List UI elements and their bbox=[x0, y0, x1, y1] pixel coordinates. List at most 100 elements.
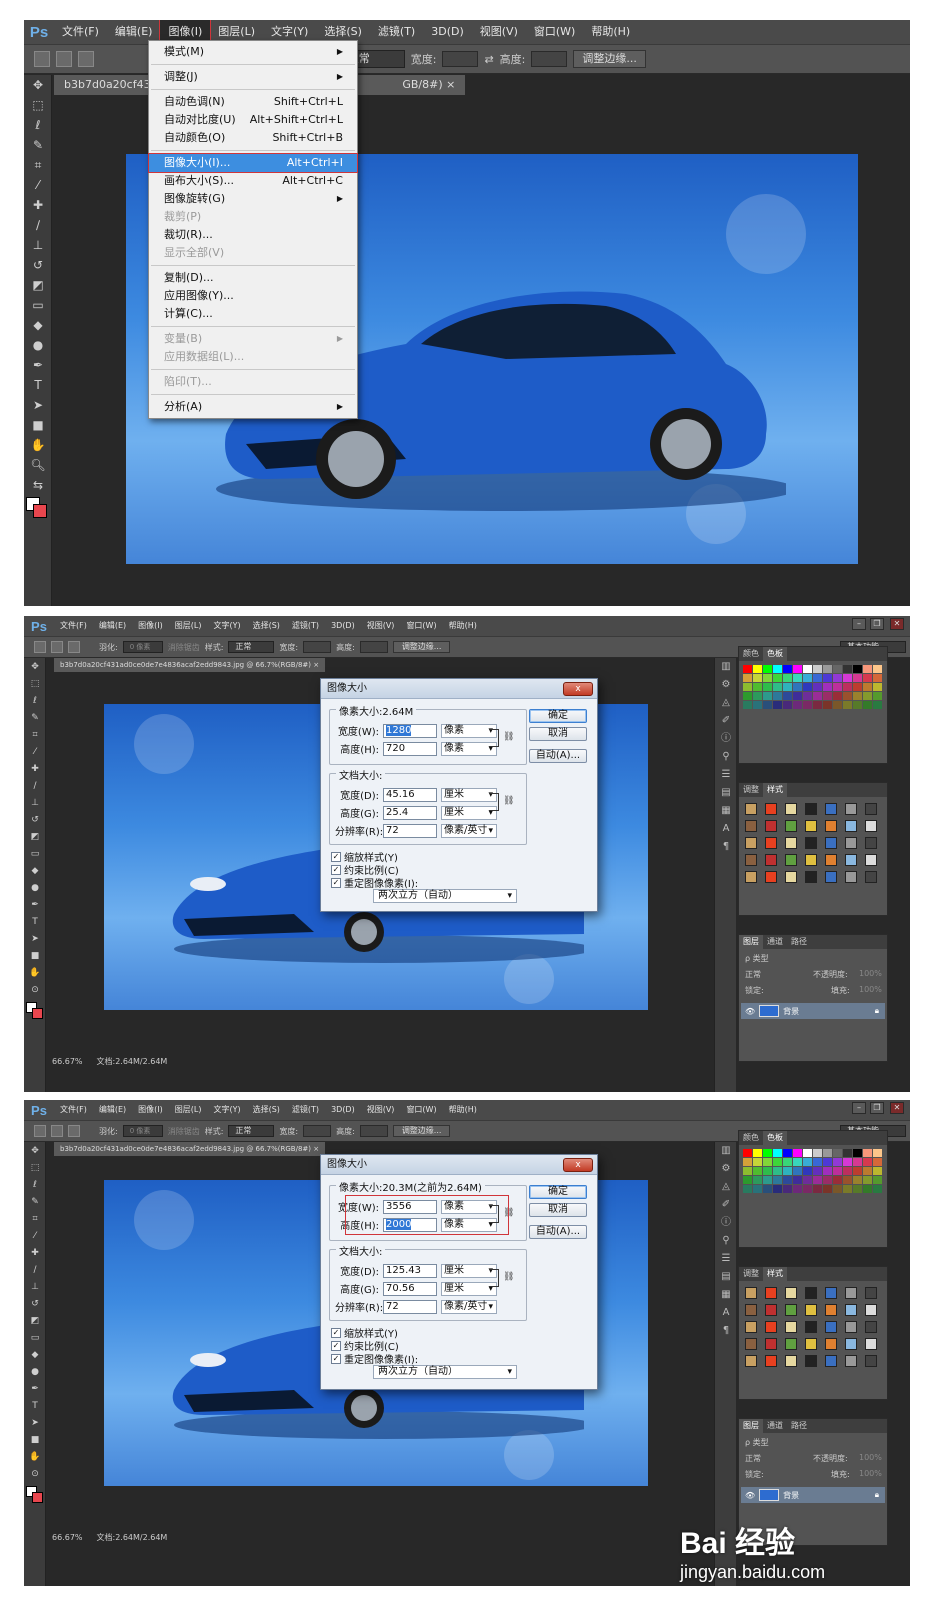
swatch[interactable] bbox=[863, 1149, 872, 1157]
visibility-eye-icon[interactable]: 👁︎ bbox=[745, 1491, 755, 1500]
swatch[interactable] bbox=[743, 692, 752, 700]
doc-width-input[interactable]: 125.43 bbox=[383, 1263, 437, 1278]
swatch[interactable] bbox=[853, 665, 862, 673]
swatch[interactable] bbox=[833, 1185, 842, 1193]
style-swatch[interactable] bbox=[825, 1321, 837, 1333]
swatch[interactable] bbox=[773, 1176, 782, 1184]
swatch[interactable] bbox=[753, 692, 762, 700]
style-swatch[interactable] bbox=[785, 1287, 797, 1299]
swatch[interactable] bbox=[783, 674, 792, 682]
layer-filter-kind[interactable]: ρ 类型 bbox=[745, 953, 769, 964]
crop-tool-icon[interactable]: ⌗ bbox=[24, 1210, 46, 1227]
swatch[interactable] bbox=[863, 701, 872, 709]
marquee-preset-button[interactable] bbox=[34, 641, 46, 653]
layer-comp-icon[interactable]: ▤ bbox=[715, 1268, 737, 1286]
style-swatch[interactable] bbox=[805, 803, 817, 815]
panel-tab[interactable]: 颜色 bbox=[739, 647, 763, 661]
close-tab-icon[interactable]: × bbox=[446, 78, 455, 91]
style-swatch[interactable] bbox=[825, 871, 837, 883]
background-color[interactable] bbox=[32, 1008, 43, 1019]
swatch[interactable] bbox=[743, 674, 752, 682]
healing-tool-icon[interactable]: ✚ bbox=[24, 760, 46, 777]
menu-select[interactable]: 选择(S) bbox=[247, 1100, 286, 1120]
style-swatch[interactable] bbox=[765, 803, 777, 815]
swatch[interactable] bbox=[843, 683, 852, 691]
menu-filter[interactable]: 滤镜(T) bbox=[286, 1100, 325, 1120]
gradient-tool-icon[interactable]: ▭ bbox=[24, 295, 52, 315]
width-input[interactable] bbox=[303, 641, 332, 653]
swatch[interactable] bbox=[873, 683, 882, 691]
swatch[interactable] bbox=[843, 665, 852, 673]
menu-filter[interactable]: 滤镜(T) bbox=[286, 616, 325, 636]
color-swatches[interactable] bbox=[24, 1482, 45, 1508]
swatch[interactable] bbox=[743, 1176, 752, 1184]
glyph-icon[interactable]: ¶ bbox=[715, 1322, 737, 1340]
paragraph-icon[interactable]: ▦ bbox=[715, 1286, 737, 1304]
style-swatch[interactable] bbox=[825, 1287, 837, 1299]
swatch[interactable] bbox=[773, 692, 782, 700]
adjust-icon[interactable]: ◬ bbox=[715, 694, 737, 712]
style-swatch[interactable] bbox=[825, 837, 837, 849]
style-swatch[interactable] bbox=[845, 1338, 857, 1350]
style-swatch[interactable] bbox=[805, 1355, 817, 1367]
shape-tool-icon[interactable]: ■ bbox=[24, 1431, 46, 1448]
hand-tool-icon[interactable]: ✋ bbox=[24, 435, 52, 455]
style-swatch[interactable] bbox=[765, 854, 777, 866]
swatch[interactable] bbox=[783, 1158, 792, 1166]
doc-width-input[interactable]: 45.16 bbox=[383, 787, 437, 802]
marquee-tool-icon[interactable]: ⬚ bbox=[24, 95, 52, 115]
style-swatch[interactable] bbox=[785, 854, 797, 866]
swatch[interactable] bbox=[793, 1149, 802, 1157]
brush-tool-icon[interactable]: ∕ bbox=[24, 215, 52, 235]
healing-tool-icon[interactable]: ✚ bbox=[24, 1244, 46, 1261]
menu-type[interactable]: 文字(Y) bbox=[207, 1100, 246, 1120]
zoom-tool-icon[interactable]: 🔍︎ bbox=[24, 455, 52, 475]
marquee-preset-button[interactable] bbox=[34, 51, 50, 67]
swatch[interactable] bbox=[853, 1185, 862, 1193]
swatch[interactable] bbox=[773, 1149, 782, 1157]
color-swatches[interactable] bbox=[24, 998, 45, 1024]
swatch[interactable] bbox=[873, 1149, 882, 1157]
quick-select-tool-icon[interactable]: ✎ bbox=[24, 709, 46, 726]
brush-preset-icon[interactable]: ✐ bbox=[715, 1196, 737, 1214]
swatch[interactable] bbox=[853, 1149, 862, 1157]
hand-tool-icon[interactable]: ✋ bbox=[24, 1448, 46, 1465]
brush-tool-icon[interactable]: ∕ bbox=[24, 777, 46, 794]
swatch[interactable] bbox=[743, 665, 752, 673]
scale-styles-checkbox-box[interactable]: ✓ bbox=[331, 1327, 341, 1338]
swatch[interactable] bbox=[743, 1185, 752, 1193]
swatch[interactable] bbox=[843, 692, 852, 700]
layer-row[interactable]: 👁︎ 背景 🔒︎ bbox=[741, 1487, 885, 1503]
swatch[interactable] bbox=[793, 701, 802, 709]
doc-height-input[interactable]: 25.4 bbox=[383, 805, 437, 820]
style-swatch[interactable] bbox=[845, 820, 857, 832]
style-swatch[interactable] bbox=[825, 1355, 837, 1367]
document-info[interactable]: 文档:2.64M/2.64M bbox=[97, 1056, 168, 1067]
constrain-proportions-checkbox-box[interactable]: ✓ bbox=[331, 1340, 341, 1351]
style-swatch[interactable] bbox=[805, 871, 817, 883]
swatch[interactable] bbox=[823, 674, 832, 682]
style-swatch[interactable] bbox=[845, 1321, 857, 1333]
panel-tab[interactable]: 路径 bbox=[787, 935, 811, 949]
swatch[interactable] bbox=[863, 1185, 872, 1193]
swatch[interactable] bbox=[843, 701, 852, 709]
background-color[interactable] bbox=[32, 1492, 43, 1503]
swatch[interactable] bbox=[793, 1176, 802, 1184]
path-select-tool-icon[interactable]: ➤ bbox=[24, 395, 52, 415]
minimize-icon[interactable]: – bbox=[852, 618, 866, 630]
style-select[interactable]: 正常 bbox=[228, 641, 275, 653]
style-swatch[interactable] bbox=[865, 837, 877, 849]
dialog-close-button[interactable]: x bbox=[563, 1158, 593, 1172]
menu-window[interactable]: 窗口(W) bbox=[400, 616, 442, 636]
panel-tab[interactable]: 样式 bbox=[763, 1267, 787, 1281]
style-swatch[interactable] bbox=[845, 871, 857, 883]
swatch[interactable] bbox=[853, 1176, 862, 1184]
swatch[interactable] bbox=[773, 701, 782, 709]
resample-method-select[interactable]: 两次立方（自动） bbox=[373, 1365, 517, 1379]
swatch[interactable] bbox=[873, 1185, 882, 1193]
color-swatches[interactable] bbox=[24, 495, 51, 525]
swatch[interactable] bbox=[763, 674, 772, 682]
style-swatch[interactable] bbox=[805, 837, 817, 849]
style-swatch[interactable] bbox=[805, 1304, 817, 1316]
lasso-tool-icon[interactable]: ℓ bbox=[24, 1176, 46, 1193]
